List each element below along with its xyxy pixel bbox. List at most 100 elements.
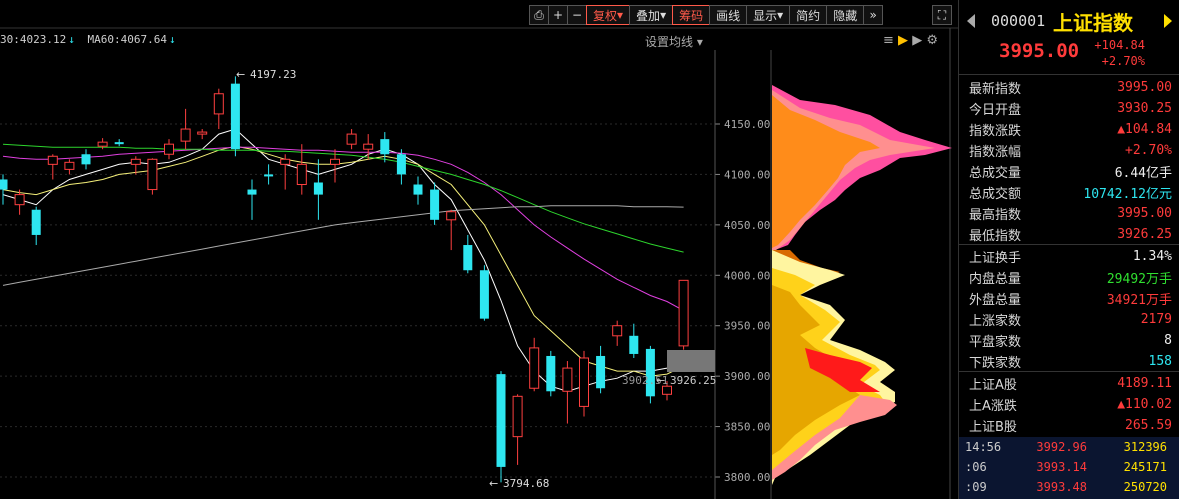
quote-row: 今日开盘 3930.25 [959, 97, 1179, 118]
quote-row: 最高指数 3995.00 [959, 202, 1179, 223]
high-label: 4197.23 [250, 68, 296, 81]
tick-price: 3993.48 [1036, 480, 1087, 494]
candle-body [463, 245, 473, 271]
candle-body [479, 270, 489, 319]
candle-body [446, 211, 457, 221]
index-name: 上证指数 [1053, 11, 1133, 35]
row-value: 2179 [1140, 311, 1172, 327]
candle-body [130, 158, 141, 165]
candle-body [512, 395, 523, 438]
prev-arrow-icon[interactable] [967, 14, 975, 28]
candle-body [114, 142, 124, 145]
candle-body [330, 158, 340, 165]
row-value: 3995.00 [1117, 205, 1172, 221]
quote-row: 最低指数 3926.25 [959, 223, 1179, 244]
row-label: 指数涨幅 [969, 144, 1022, 160]
candle-body [296, 163, 307, 186]
quote-header: 000001 上证指数 [959, 0, 1179, 36]
candle-body [147, 158, 158, 191]
quote-row: 总成交量 6.44亿手 [959, 160, 1179, 181]
candle-body [629, 335, 639, 354]
change-pct: +2.70% [1101, 54, 1145, 68]
quote-row: 内盘总量 29492万手 [959, 266, 1179, 287]
candle-body [47, 155, 58, 165]
row-label: 平盘家数 [969, 334, 1022, 350]
candle-body [612, 325, 623, 337]
tick-volume: 312396 [1123, 440, 1167, 454]
price-cursor-box [667, 350, 715, 372]
ma-line-4 [2, 205, 684, 286]
row-label: 上A涨跌 [969, 398, 1017, 414]
candle-body [197, 131, 208, 135]
candles [0, 76, 689, 483]
quote-row: 下跌家数 158 [959, 350, 1179, 371]
y-tick-label: 3900.00 [724, 370, 770, 383]
volume-profile [772, 85, 952, 485]
row-label: 外盘总量 [969, 292, 1022, 308]
quote-row: 外盘总量 34921万手 [959, 287, 1179, 308]
tick-price: 3992.96 [1036, 440, 1087, 454]
candle-body [413, 184, 423, 195]
candle-body [64, 161, 75, 170]
row-label: 上涨家数 [969, 313, 1022, 329]
ma-line-1 [2, 145, 684, 377]
ma-line-2 [2, 146, 684, 312]
row-value: 3995.00 [1117, 79, 1172, 95]
tick-row: :09 3993.48 250720 [959, 477, 1179, 497]
row-label: 上证A股 [969, 377, 1017, 393]
row-label: 上证换手 [969, 250, 1022, 266]
candle-body [662, 385, 672, 395]
row-value: 29492万手 [1106, 271, 1172, 287]
candle-body [97, 141, 108, 147]
candle-body [81, 154, 91, 165]
quote-rows: 最新指数 3995.00 今日开盘 3930.25 指数涨跌 ▲104.84 指数涨幅 +2.… [959, 76, 1179, 456]
y-tick-label: 4000.00 [724, 269, 770, 282]
y-tick-label: 4150.00 [724, 118, 770, 131]
quote-row: 上证A股 4189.11 [959, 372, 1179, 393]
row-label: 指数涨跌 [969, 123, 1022, 139]
ma-lines [2, 128, 684, 392]
cursor-arrow: ← [656, 374, 665, 387]
row-value: ▲110.02 [1117, 396, 1172, 412]
price-change: +104.84 +2.70% [1090, 37, 1145, 69]
row-label: 今日开盘 [969, 102, 1022, 118]
tick-time: 14:56 [965, 440, 1002, 454]
row-label: 最低指数 [969, 228, 1022, 244]
quote-row: 最新指数 3995.00 [959, 76, 1179, 97]
row-value: 4189.11 [1117, 375, 1172, 391]
quote-panel: 000001 上证指数 3995.00 +104.84 +2.70% 最新指数 3… [958, 0, 1179, 499]
candle-body [562, 367, 573, 392]
quote-row: 上证B股 265.59 [959, 414, 1179, 435]
candle-body [546, 355, 556, 392]
y-tick-label: 4100.00 [724, 168, 770, 181]
candle-body [280, 158, 291, 165]
candle-body [363, 143, 374, 150]
candle-body [346, 133, 357, 145]
high-arrow: ← [236, 68, 245, 81]
candle-body [213, 93, 224, 115]
tick-time: :06 [965, 460, 987, 474]
candle-body [430, 189, 440, 220]
tick-price: 3993.14 [1036, 460, 1087, 474]
row-value: +2.70% [1125, 142, 1172, 158]
tick-time: :09 [965, 480, 987, 494]
candle-body [529, 347, 540, 389]
ma-line-3 [2, 143, 684, 253]
row-value: 1.34% [1132, 248, 1172, 264]
row-label: 最新指数 [969, 81, 1022, 97]
tick-volume: 245171 [1123, 460, 1167, 474]
tick-list: 14:56 3992.96 312396 :06 3993.14 245171 :09 399… [959, 437, 1179, 499]
grid: 4150.00 4100.00 4050.00 4000.00 3950.00 3900.… [0, 50, 770, 499]
tick-volume: 250720 [1123, 480, 1167, 494]
candle-body [31, 209, 41, 235]
candle-body [678, 279, 689, 347]
row-value: 6.44亿手 [1114, 165, 1172, 181]
kline-chart[interactable]: 4150.00 4100.00 4050.00 4000.00 3950.00 3900.… [0, 0, 958, 499]
candle-body [230, 83, 240, 150]
quote-row: 总成交额 10742.12亿元 [959, 181, 1179, 202]
row-value: 158 [1148, 353, 1172, 369]
next-arrow-icon[interactable] [1164, 14, 1172, 28]
candle-body [164, 143, 174, 155]
candle-body [264, 174, 274, 177]
candle-body [380, 139, 390, 155]
